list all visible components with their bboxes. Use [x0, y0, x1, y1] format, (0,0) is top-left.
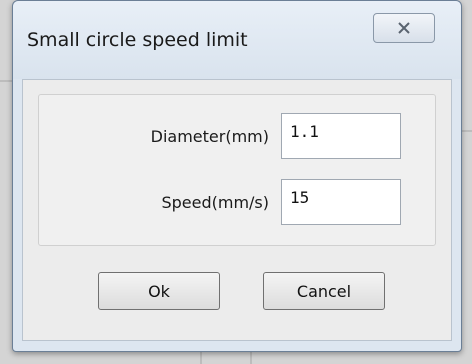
speed-label: Speed(mm/s)	[161, 193, 269, 212]
ok-button[interactable]: Ok	[98, 272, 220, 310]
background-divider	[462, 130, 472, 132]
dialog-client-area: Diameter(mm) 1.1 Speed(mm/s) 15 Ok Cance…	[22, 79, 452, 341]
speed-input[interactable]: 15	[281, 179, 401, 225]
small-circle-speed-limit-dialog: Small circle speed limit Diameter(mm) 1.…	[12, 0, 462, 352]
diameter-label: Diameter(mm)	[150, 127, 269, 146]
cancel-button[interactable]: Cancel	[263, 272, 385, 310]
close-button[interactable]	[373, 13, 435, 43]
title-bar[interactable]: Small circle speed limit	[13, 1, 461, 79]
background-divider	[0, 80, 12, 82]
close-x-icon	[398, 22, 410, 34]
background-divider	[200, 352, 202, 364]
background-divider	[250, 352, 252, 364]
parameters-group: Diameter(mm) 1.1 Speed(mm/s) 15	[38, 94, 436, 246]
diameter-input[interactable]: 1.1	[281, 113, 401, 159]
dialog-title: Small circle speed limit	[27, 29, 248, 51]
